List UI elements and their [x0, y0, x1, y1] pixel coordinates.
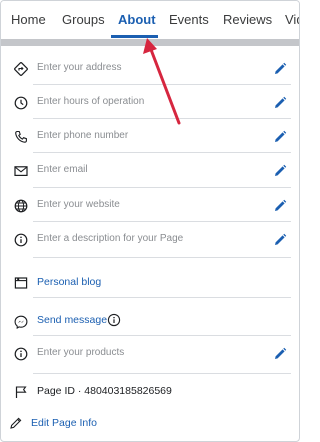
edit-page-info-link[interactable]: Edit Page Info: [31, 417, 97, 429]
tab-groups[interactable]: Groups: [62, 12, 105, 27]
tab-events[interactable]: Events: [169, 12, 209, 27]
description-field[interactable]: Enter a description for your Page: [37, 233, 183, 244]
edit-pencil-icon[interactable]: [273, 347, 287, 361]
edit-page-info-row[interactable]: Edit Page Info: [1, 415, 299, 435]
envelope-icon: [13, 163, 29, 179]
personal-blog-link[interactable]: Personal blog: [37, 276, 101, 288]
edit-pencil-icon[interactable]: [273, 233, 287, 247]
annotation-arrow-icon: [143, 38, 181, 125]
send-message-row[interactable]: Send message: [1, 312, 299, 332]
website-row[interactable]: Enter your website: [1, 196, 299, 216]
info-icon: [13, 232, 29, 248]
edit-pencil-icon[interactable]: [273, 62, 287, 76]
address-row[interactable]: Enter your address: [1, 59, 299, 79]
send-message-link[interactable]: Send message: [37, 314, 107, 326]
email-row[interactable]: Enter email: [1, 161, 299, 181]
personal-blog-row[interactable]: Personal blog: [1, 274, 299, 294]
website-field[interactable]: Enter your website: [37, 199, 120, 210]
tab-divider: [1, 39, 299, 46]
page-about-panel: Home Groups About Events Reviews Vid Ent…: [0, 0, 300, 442]
page-id-text: Page ID · 480403185826569: [37, 385, 172, 397]
address-field[interactable]: Enter your address: [37, 62, 122, 73]
info-icon: [13, 346, 29, 362]
tab-about[interactable]: About: [118, 12, 156, 27]
tab-videos[interactable]: Vid: [285, 12, 299, 27]
page-icon: [13, 275, 29, 291]
divider: [33, 118, 291, 119]
products-field[interactable]: Enter your products: [37, 347, 124, 358]
products-row[interactable]: Enter your products: [1, 344, 299, 364]
email-field[interactable]: Enter email: [37, 164, 88, 175]
phone-field[interactable]: Enter phone number: [37, 130, 128, 141]
divider: [33, 297, 291, 298]
tab-bar: Home Groups About Events Reviews Vid: [1, 1, 299, 39]
page-id-row: Page ID · 480403185826569: [1, 383, 299, 403]
globe-icon: [13, 198, 29, 214]
divider: [33, 335, 291, 336]
tab-home[interactable]: Home: [11, 12, 46, 27]
info-icon[interactable]: [107, 313, 121, 327]
flag-icon: [13, 384, 29, 400]
divider: [33, 84, 291, 85]
divider: [33, 373, 291, 374]
phone-icon: [13, 129, 29, 145]
pencil-icon: [9, 416, 23, 430]
clock-icon: [13, 95, 29, 111]
edit-pencil-icon[interactable]: [273, 199, 287, 213]
divider: [33, 187, 291, 188]
location-diamond-icon: [13, 61, 29, 77]
phone-row[interactable]: Enter phone number: [1, 127, 299, 147]
edit-pencil-icon[interactable]: [273, 164, 287, 178]
hours-field[interactable]: Enter hours of operation: [37, 96, 144, 107]
edit-pencil-icon[interactable]: [273, 130, 287, 144]
description-row[interactable]: Enter a description for your Page: [1, 230, 299, 250]
active-tab-indicator: [111, 35, 158, 38]
hours-row[interactable]: Enter hours of operation: [1, 93, 299, 113]
divider: [33, 221, 291, 222]
tab-reviews[interactable]: Reviews: [223, 12, 272, 27]
divider: [33, 152, 291, 153]
edit-pencil-icon[interactable]: [273, 96, 287, 110]
messenger-icon: [13, 314, 29, 330]
divider: [33, 257, 291, 258]
